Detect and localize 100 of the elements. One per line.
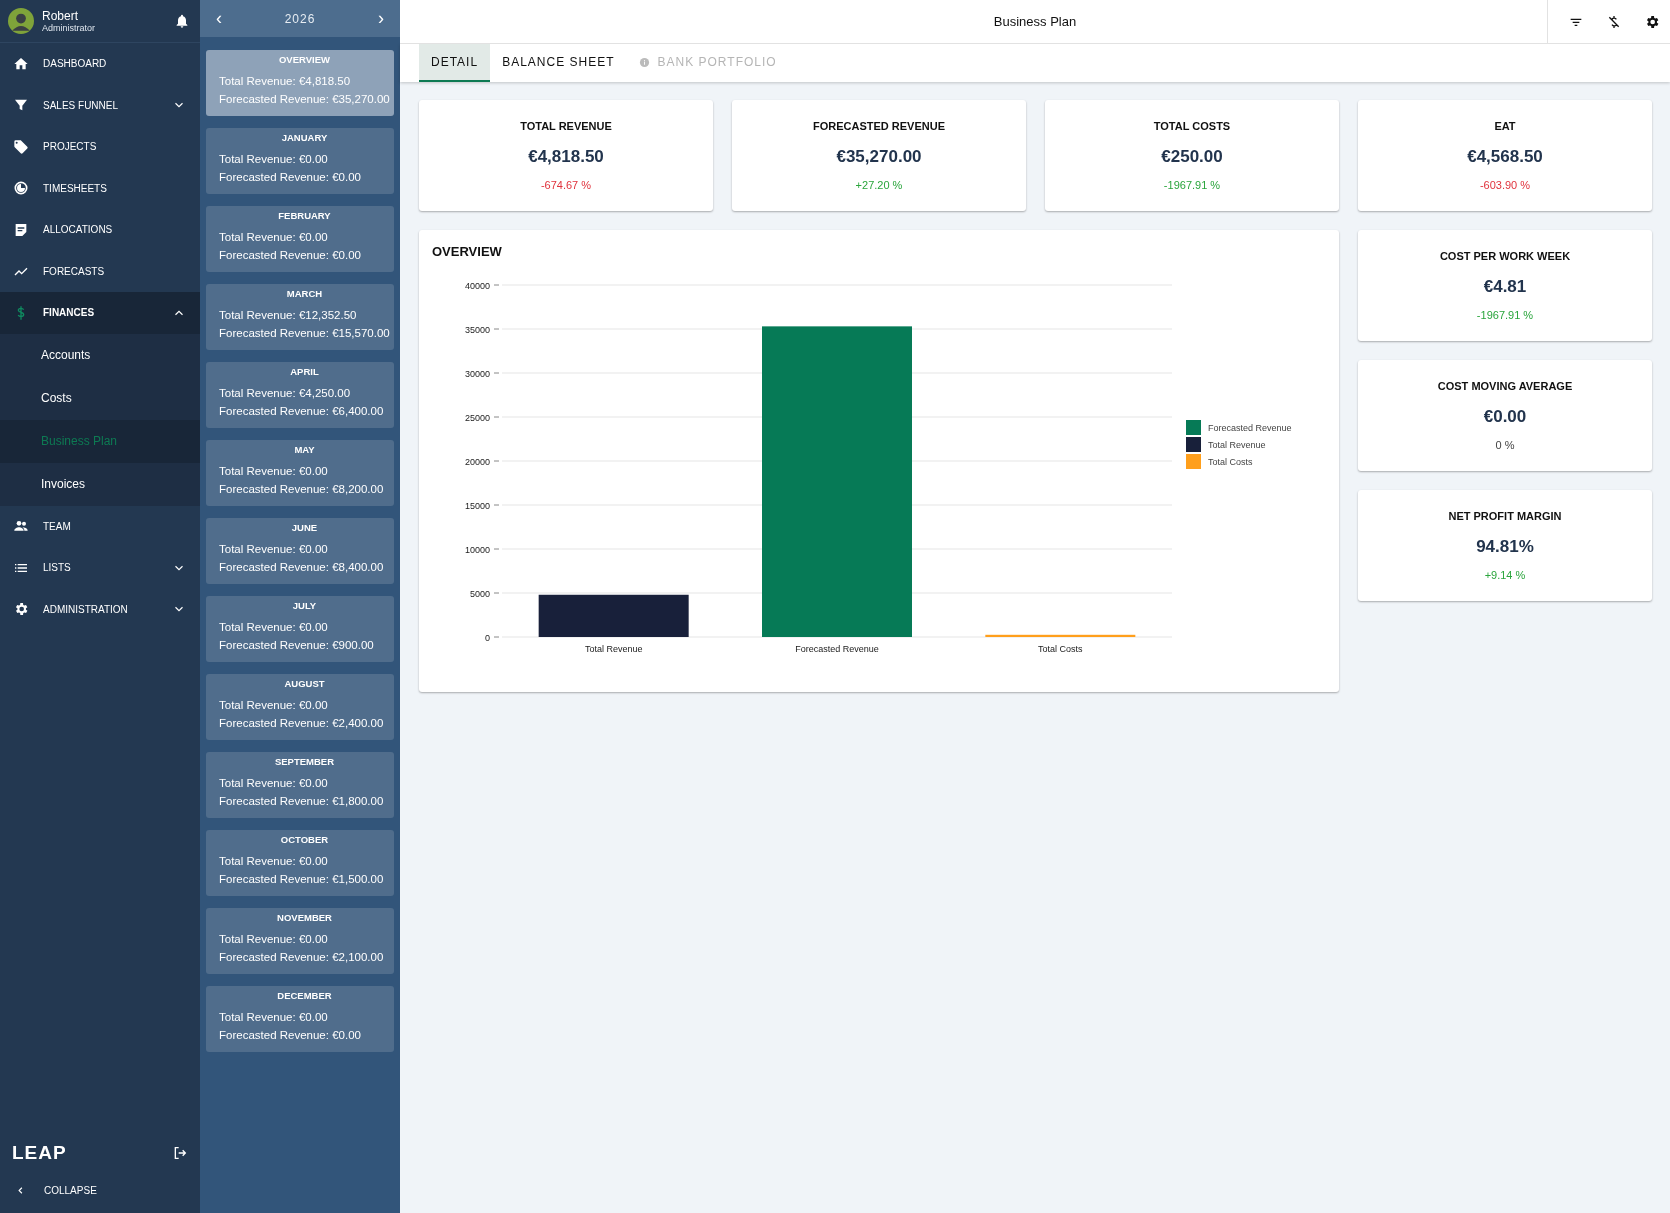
total-revenue-text: Total Revenue: €0.00 bbox=[219, 698, 329, 713]
nav-item[interactable]: ALLOCATIONS bbox=[0, 209, 200, 251]
kpi-change: +9.14 % bbox=[1484, 569, 1526, 581]
y-tick-label: 25000 bbox=[464, 412, 490, 423]
month-title: APRIL bbox=[290, 366, 319, 377]
nav-item[interactable]: DASHBOARD bbox=[0, 43, 200, 85]
forecasted-revenue-text: Forecasted Revenue: €8,400.00 bbox=[219, 560, 385, 575]
total-revenue-text: Total Revenue: €12,352.50 bbox=[219, 308, 358, 323]
month-card[interactable]: APRIL Total Revenue: €4,250.00 Forecasted Revenue: €6,400.00 bbox=[206, 362, 394, 428]
legend-label: Total Revenue bbox=[1208, 440, 1266, 450]
kpi-title: COST MOVING AVERAGE bbox=[1437, 380, 1573, 392]
tab[interactable]: BALANCE SHEET bbox=[490, 44, 627, 82]
legend-label: Total Costs bbox=[1208, 457, 1253, 467]
total-revenue-text: Total Revenue: €0.00 bbox=[219, 776, 329, 791]
kpi-title: EAT bbox=[1494, 120, 1516, 132]
month-card[interactable]: AUGUST Total Revenue: €0.00 Forecasted Revenue: €2,400.00 bbox=[206, 674, 394, 740]
y-tick-label: 10000 bbox=[464, 544, 490, 555]
total-revenue-text: Total Revenue: €0.00 bbox=[219, 932, 329, 947]
tab[interactable]: DETAIL bbox=[419, 44, 491, 82]
kpi-title: NET PROFIT MARGIN bbox=[1448, 510, 1562, 522]
month-card[interactable]: MAY Total Revenue: €0.00 Forecasted Revenue: €8,200.00 bbox=[206, 440, 394, 506]
forecasted-revenue-text: Forecasted Revenue: €0.00 bbox=[219, 248, 362, 263]
nav-item[interactable]: ADMINISTRATION bbox=[0, 588, 200, 630]
crossed-dollar-icon[interactable] bbox=[1606, 13, 1622, 30]
kpi-title: TOTAL REVENUE bbox=[520, 120, 612, 132]
kpi-value: €4.81 bbox=[1483, 277, 1527, 297]
y-tick-label: 20000 bbox=[464, 456, 490, 467]
month-title: DECEMBER bbox=[277, 990, 332, 1001]
month-card[interactable]: OCTOBER Total Revenue: €0.00 Forecasted Revenue: €1,500.00 bbox=[206, 830, 394, 896]
next-year-button[interactable]: › bbox=[372, 8, 390, 29]
page-title: Business Plan bbox=[993, 14, 1077, 29]
month-title: NOVEMBER bbox=[277, 912, 332, 923]
month-card[interactable]: NOVEMBER Total Revenue: €0.00 Forecasted Revenue: €2,100.00 bbox=[206, 908, 394, 974]
x-tick-label: Total Revenue bbox=[584, 644, 643, 654]
forecasted-revenue-text: Forecasted Revenue: €0.00 bbox=[219, 1028, 362, 1043]
nav-subitem[interactable]: Invoices bbox=[0, 462, 200, 506]
total-revenue-text: Total Revenue: €4,250.00 bbox=[219, 386, 352, 401]
total-revenue-text: Total Revenue: €0.00 bbox=[219, 1010, 329, 1025]
nav-item[interactable]: TIMESHEETS bbox=[0, 167, 200, 209]
note-icon bbox=[13, 221, 29, 238]
total-revenue-text: Total Revenue: €0.00 bbox=[219, 854, 329, 869]
kpi-title: TOTAL COSTS bbox=[1153, 120, 1231, 132]
collapse-button[interactable]: COLLAPSE bbox=[0, 1173, 200, 1207]
clock-icon bbox=[13, 180, 29, 197]
nav-item[interactable]: SALES FUNNEL bbox=[0, 84, 200, 126]
kpi-value: €4,818.50 bbox=[528, 147, 604, 167]
month-card[interactable]: MARCH Total Revenue: €12,352.50 Forecasted Revenue: €15,570.00 bbox=[206, 284, 394, 350]
nav-subitem[interactable]: Costs bbox=[0, 376, 200, 420]
nav-item[interactable]: TEAM bbox=[0, 505, 200, 547]
month-title: MARCH bbox=[286, 288, 323, 299]
y-tick-label: 40000 bbox=[464, 280, 490, 291]
month-card[interactable]: DECEMBER Total Revenue: €0.00 Forecasted Revenue: €0.00 bbox=[206, 986, 394, 1052]
total-revenue-text: Total Revenue: €4,818.50 bbox=[219, 74, 352, 89]
forecasted-revenue-text: Forecasted Revenue: €15,570.00 bbox=[219, 326, 390, 341]
settings-icon bbox=[13, 601, 29, 618]
y-tick-label: 15000 bbox=[464, 500, 490, 511]
month-card[interactable]: FEBRUARY Total Revenue: €0.00 Forecasted Revenue: €0.00 bbox=[206, 206, 394, 272]
x-tick-label: Forecasted Revenue bbox=[795, 644, 879, 654]
nav-item[interactable]: FORECASTS bbox=[0, 250, 200, 292]
y-tick-label: 35000 bbox=[464, 324, 490, 335]
month-title: JULY bbox=[292, 600, 317, 611]
kpi-title: FORECASTED REVENUE bbox=[813, 120, 945, 132]
home-icon bbox=[13, 55, 29, 72]
settings-icon[interactable] bbox=[1644, 13, 1660, 30]
forecasted-revenue-text: Forecasted Revenue: €0.00 bbox=[219, 170, 362, 185]
previous-year-button[interactable]: ‹ bbox=[210, 8, 228, 29]
kpi-change: -1967.91 % bbox=[1476, 309, 1534, 321]
kpi-change: 0 % bbox=[1495, 439, 1515, 451]
y-tick-label: 30000 bbox=[464, 368, 490, 379]
month-title: AUGUST bbox=[284, 678, 325, 689]
tag-icon bbox=[13, 138, 29, 155]
forecasted-revenue-text: Forecasted Revenue: €2,100.00 bbox=[219, 950, 385, 965]
forecasted-revenue-text: Forecasted Revenue: €900.00 bbox=[219, 638, 375, 653]
kpi-change: +27.20 % bbox=[855, 179, 903, 191]
nav-item[interactable]: FINANCES bbox=[0, 292, 200, 334]
info-icon bbox=[638, 56, 650, 68]
month-title: MAY bbox=[294, 444, 315, 455]
month-card[interactable]: JUNE Total Revenue: €0.00 Forecasted Revenue: €8,400.00 bbox=[206, 518, 394, 584]
nav-subitem[interactable]: Business Plan bbox=[0, 419, 200, 463]
total-revenue-text: Total Revenue: €0.00 bbox=[219, 542, 329, 557]
chart-title: OVERVIEW bbox=[432, 244, 502, 259]
nav-subitem[interactable]: Accounts bbox=[0, 333, 200, 377]
nav-item[interactable]: PROJECTS bbox=[0, 126, 200, 168]
month-card[interactable]: SEPTEMBER Total Revenue: €0.00 Forecasted Revenue: €1,800.00 bbox=[206, 752, 394, 818]
logout-icon[interactable] bbox=[172, 1145, 188, 1161]
forecasted-revenue-text: Forecasted Revenue: €1,800.00 bbox=[219, 794, 385, 809]
nav-item[interactable]: LISTS bbox=[0, 547, 200, 589]
bell-icon[interactable] bbox=[174, 13, 190, 29]
month-title: JANUARY bbox=[281, 132, 328, 143]
kpi-value: 94.81% bbox=[1476, 537, 1534, 557]
kpi-change: -1967.91 % bbox=[1163, 179, 1221, 191]
kpi-value: €35,270.00 bbox=[836, 147, 922, 167]
month-card[interactable]: JULY Total Revenue: €0.00 Forecasted Revenue: €900.00 bbox=[206, 596, 394, 662]
y-tick-label: 0 bbox=[485, 632, 490, 643]
month-card[interactable]: JANUARY Total Revenue: €0.00 Forecasted Revenue: €0.00 bbox=[206, 128, 394, 194]
kpi-value: €0.00 bbox=[1483, 407, 1527, 427]
kpi-change: -674.67 % bbox=[540, 179, 592, 191]
month-title: SEPTEMBER bbox=[274, 756, 335, 767]
x-tick-label: Total Costs bbox=[1038, 644, 1083, 654]
user-name: Robert bbox=[42, 9, 80, 23]
